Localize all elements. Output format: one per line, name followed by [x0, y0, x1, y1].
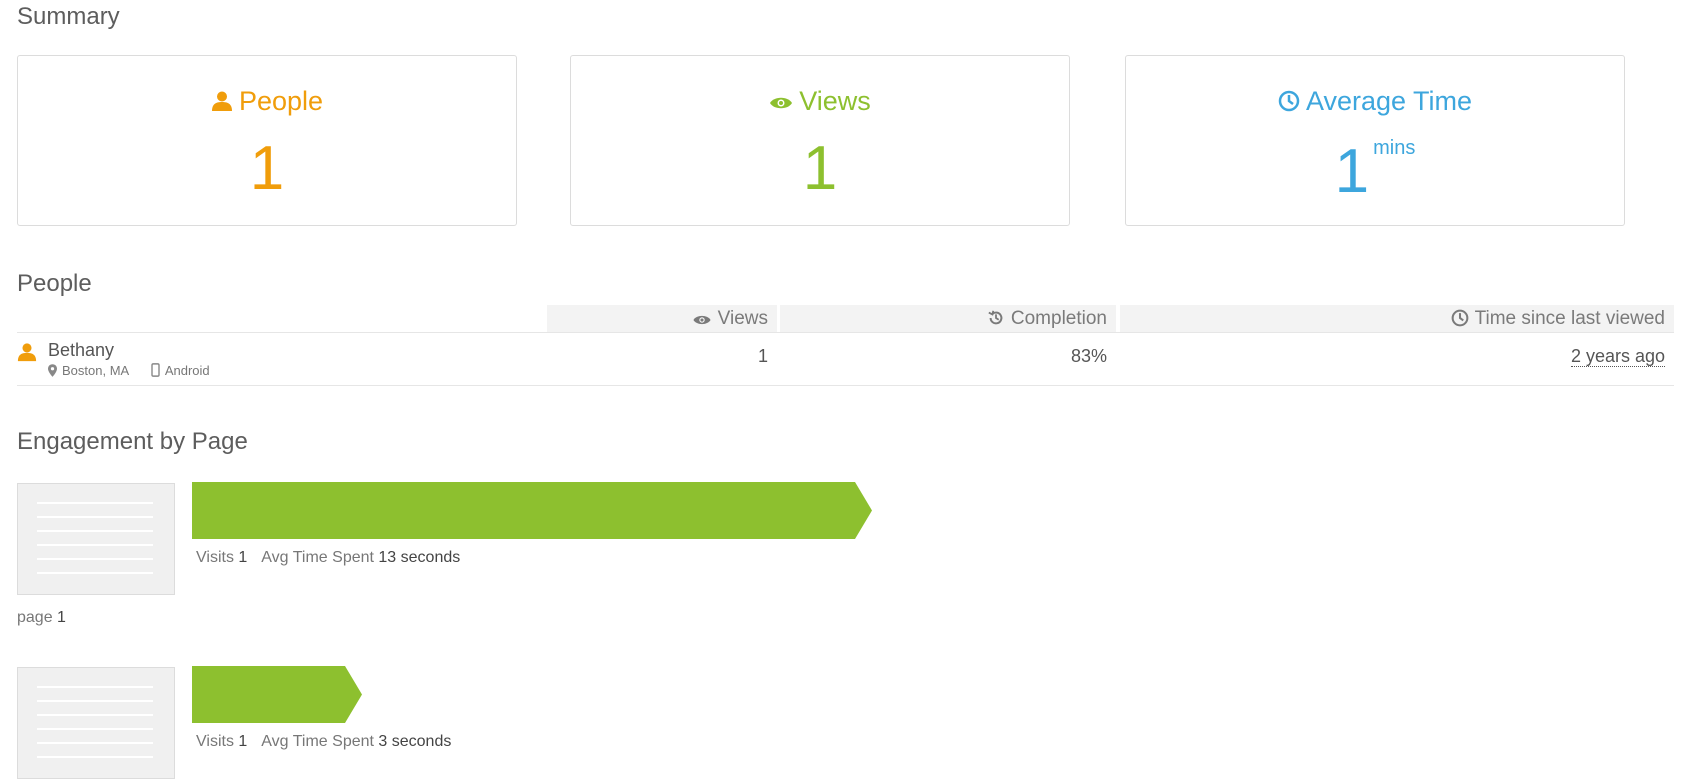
- page-stats: Visits 1 Avg Time Spent 3 seconds: [196, 733, 451, 751]
- map-pin-icon: [48, 364, 57, 377]
- avg-time-value: 3 seconds: [378, 733, 452, 750]
- average-time-card-value: 1 mins: [1126, 138, 1624, 203]
- clock-icon: [1451, 309, 1468, 327]
- person-location: Boston, MA: [48, 363, 129, 378]
- time-since-text: 2 years ago: [1570, 346, 1665, 367]
- average-time-card-title: Average Time: [1126, 88, 1624, 115]
- person-device: Android: [151, 363, 210, 378]
- page-stats: Visits 1 Avg Time Spent 13 seconds: [196, 549, 460, 567]
- views-card-label: Views: [799, 86, 871, 116]
- person-location-text: Boston, MA: [62, 363, 130, 378]
- engagement-bar: [192, 666, 362, 723]
- clock-icon: [1278, 90, 1300, 112]
- visits-label: Visits: [196, 549, 234, 566]
- page-thumbnail[interactable]: [17, 483, 175, 595]
- engagement-bar: [192, 482, 872, 539]
- completion-column-header[interactable]: Completion: [780, 305, 1116, 332]
- eye-icon: [770, 97, 793, 109]
- people-card-title: People: [18, 88, 516, 115]
- page-label: page 1: [17, 609, 66, 627]
- person-icon: [211, 91, 232, 111]
- views-column-header[interactable]: Views: [547, 305, 777, 332]
- eye-icon: [693, 315, 711, 325]
- page-thumbnail[interactable]: [17, 667, 175, 779]
- time-since-column-label: Time since last viewed: [1474, 308, 1665, 329]
- average-time-summary-card: Average Time 1 mins: [1125, 55, 1625, 226]
- completion-column-label: Completion: [1010, 308, 1107, 329]
- average-time-unit: mins: [1373, 137, 1416, 159]
- page-word: page: [17, 609, 53, 626]
- visits-label: Visits: [196, 733, 234, 750]
- time-since-column-header[interactable]: Time since last viewed: [1120, 305, 1674, 332]
- views-summary-card: Views 1: [570, 55, 1070, 226]
- views-column-label: Views: [717, 308, 768, 329]
- history-icon: [988, 310, 1003, 325]
- views-card-value: 1: [802, 134, 838, 203]
- average-time-card-label: Average Time: [1305, 86, 1473, 116]
- table-divider: [17, 385, 1674, 386]
- person-meta: Boston, MA Android: [48, 363, 228, 378]
- visits-value: 1: [238, 549, 248, 566]
- person-time-since-cell: 2 years ago: [1120, 346, 1665, 367]
- analytics-page: Summary People 1 Views 1 Average Time 1m…: [0, 0, 1682, 779]
- person-views-cell: 1: [757, 346, 768, 366]
- table-divider: [17, 332, 1674, 333]
- avg-time-label: Avg Time Spent: [261, 733, 374, 750]
- views-card-title: Views: [571, 88, 1069, 115]
- page-number: 1: [57, 609, 66, 626]
- people-summary-card: People 1: [17, 55, 517, 226]
- avg-time-value: 13 seconds: [378, 549, 461, 566]
- engagement-heading: Engagement by Page: [17, 428, 248, 455]
- person-completion-cell: 83%: [1070, 346, 1107, 366]
- avg-time-label: Avg Time Spent: [261, 549, 374, 566]
- people-card-label: People: [238, 86, 324, 116]
- person-device-text: Android: [164, 363, 210, 378]
- visits-value: 1: [238, 733, 248, 750]
- person-icon: [17, 343, 37, 362]
- person-name: Bethany: [48, 340, 115, 360]
- summary-heading: Summary: [17, 3, 120, 30]
- mobile-device-icon: [151, 363, 160, 377]
- people-card-value: 1: [249, 134, 285, 203]
- average-time-number: 1: [1334, 137, 1370, 206]
- people-heading: People: [17, 270, 92, 297]
